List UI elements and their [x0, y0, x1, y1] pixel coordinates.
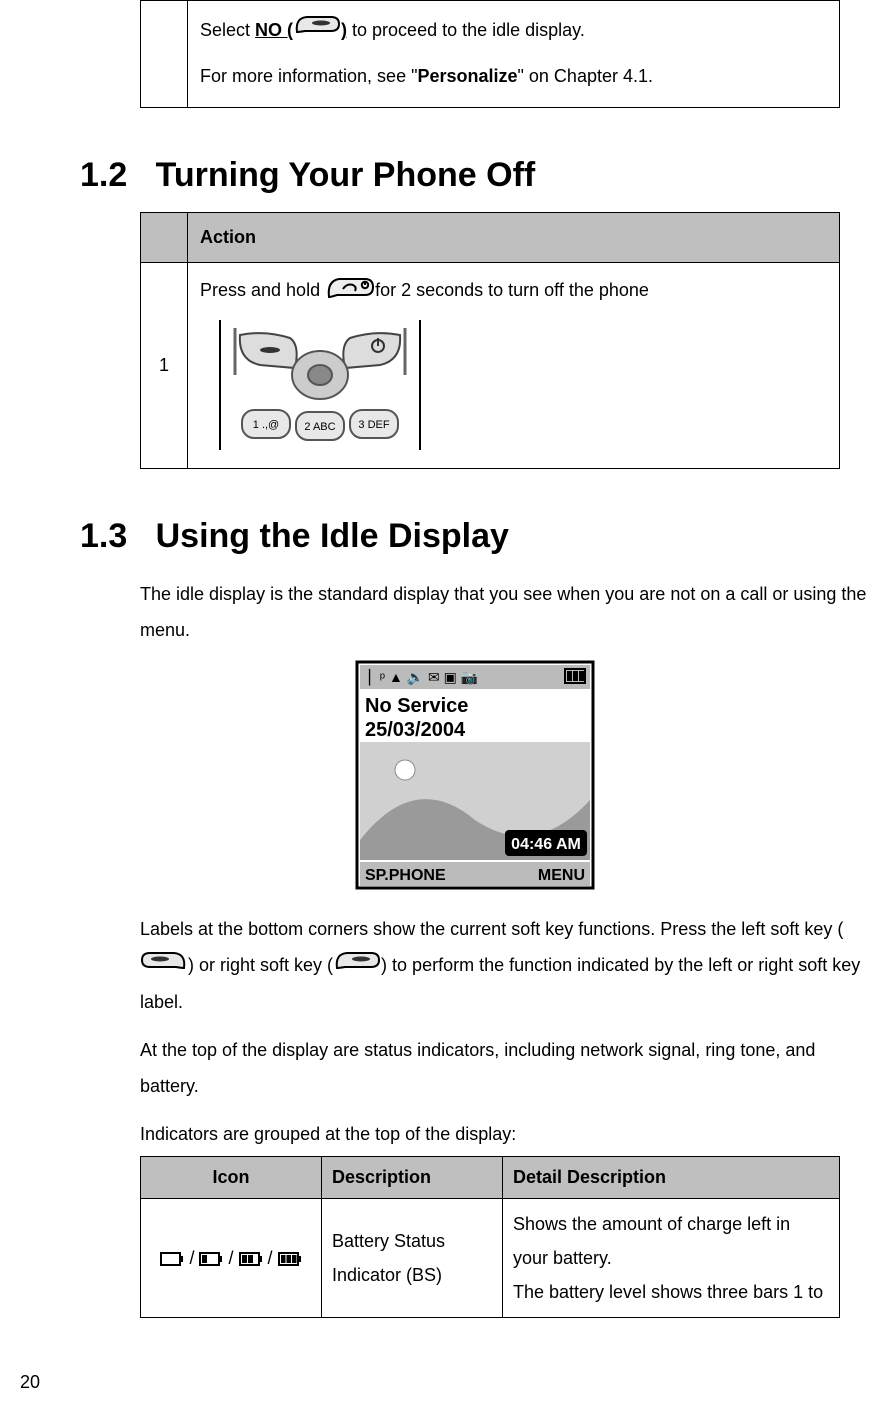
battery-desc: Battery Status Indicator (BS) — [322, 1198, 503, 1318]
th-desc: Description — [322, 1156, 503, 1198]
svg-text:25/03/2004: 25/03/2004 — [365, 719, 466, 741]
svg-text:04:46 AM: 04:46 AM — [511, 836, 581, 853]
turn-off-post: for 2 seconds to turn off the phone — [375, 280, 649, 300]
turn-off-pre: Press and hold — [200, 280, 325, 300]
cont-personalize: Personalize — [417, 66, 517, 86]
battery-1-icon — [199, 1248, 228, 1268]
idle-intro: The idle display is the standard display… — [140, 576, 869, 648]
page-number: 20 — [20, 1368, 869, 1397]
sep-3: / — [268, 1248, 273, 1268]
battery-icon-cell: / / / — [141, 1198, 322, 1318]
right-softkey-icon — [293, 11, 341, 51]
heading-1-2: 1.2 Turning Your Phone Off — [80, 148, 869, 202]
cont-no-label: NO ( — [255, 20, 293, 40]
battery-0-icon — [160, 1248, 189, 1268]
cont-line1-post: to proceed to the idle display. — [347, 20, 585, 40]
svg-text:1 .,@: 1 .,@ — [253, 419, 279, 431]
heading-1-3: 1.3 Using the Idle Display — [80, 509, 869, 563]
battery-2-icon — [239, 1248, 268, 1268]
left-softkey-icon — [140, 948, 188, 984]
turn-off-cell: Press and hold for 2 seconds to turn off… — [188, 262, 840, 469]
turn-off-table: Action 1 Press and hold for 2 seconds to… — [140, 212, 840, 469]
idle-display-image: ▏ᵖ ▲ 🔊 ✉ ▣ 📷 No Service 25/03/2004 04:46… — [80, 660, 869, 899]
action-header: Action — [188, 213, 840, 263]
battery-3-icon — [278, 1248, 302, 1268]
svg-text:3 DEF: 3 DEF — [358, 419, 389, 431]
step-1: 1 — [141, 262, 188, 469]
th-icon: Icon — [141, 1156, 322, 1198]
svg-text:2 ABC: 2 ABC — [304, 421, 335, 433]
indicators-table: Icon Description Detail Description / / … — [140, 1156, 840, 1318]
sep-1: / — [189, 1248, 194, 1268]
phone-keypad-image: 1 .,@ 2 ABC 3 DEF — [200, 320, 827, 459]
continuation-table: Select NO ( ) to proceed to the idle dis… — [140, 0, 840, 108]
th-detail: Detail Description — [503, 1156, 840, 1198]
action-header-step-blank — [141, 213, 188, 263]
indicators-grouped-paragraph: Indicators are grouped at the top of the… — [140, 1116, 869, 1152]
softkey-labels-paragraph: Labels at the bottom corners show the cu… — [140, 911, 869, 1020]
svg-text:SP.PHONE: SP.PHONE — [365, 867, 446, 884]
cont-line1-pre: Select — [200, 20, 255, 40]
power-end-key-icon — [325, 273, 375, 310]
battery-detail: Shows the amount of charge left in your … — [503, 1198, 840, 1318]
sep-2: / — [228, 1248, 233, 1268]
cont-cell: Select NO ( ) to proceed to the idle dis… — [188, 1, 840, 108]
cont-line2-post: " on Chapter 4.1. — [518, 66, 653, 86]
status-indicators-paragraph: At the top of the display are status ind… — [140, 1032, 869, 1104]
cont-step-empty — [141, 1, 188, 108]
svg-text:▏ᵖ ▲ 🔊 ✉ ▣ 📷: ▏ᵖ ▲ 🔊 ✉ ▣ 📷 — [368, 668, 478, 686]
cont-line2-pre: For more information, see " — [200, 66, 417, 86]
svg-text:MENU: MENU — [537, 867, 584, 884]
svg-text:No Service: No Service — [365, 695, 468, 717]
labels-a: Labels at the bottom corners show the cu… — [140, 919, 843, 939]
right-softkey-icon-2 — [333, 948, 381, 984]
labels-b: ) or right soft key ( — [188, 955, 333, 975]
